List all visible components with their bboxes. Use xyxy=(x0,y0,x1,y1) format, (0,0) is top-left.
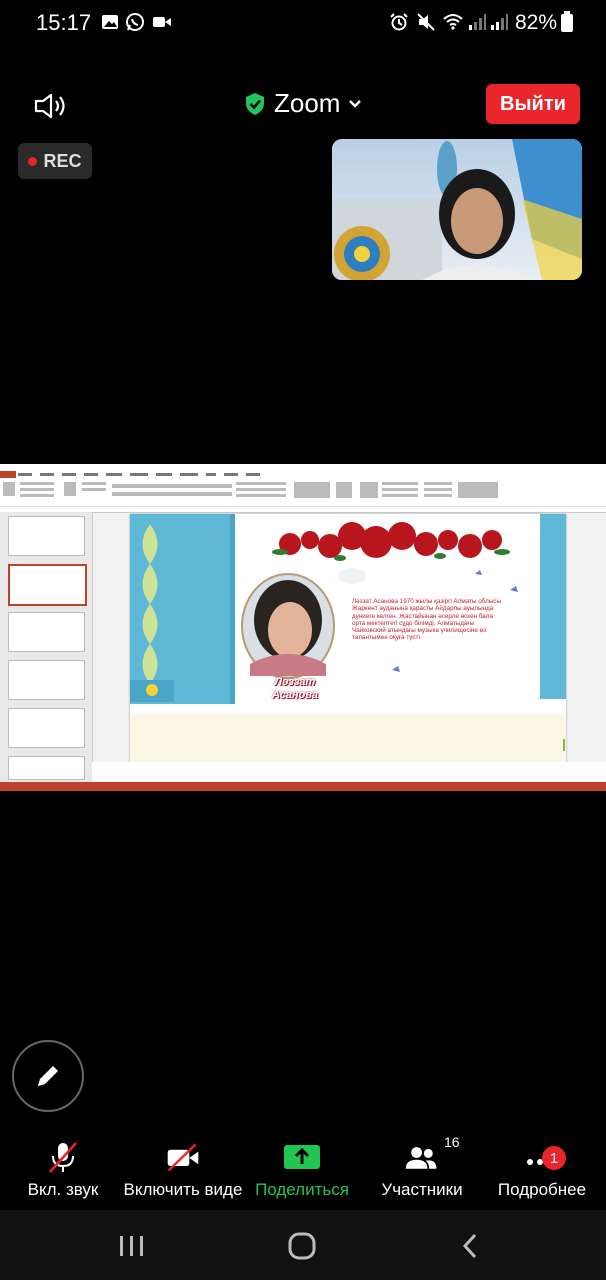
slide-thumbnail[interactable] xyxy=(8,708,85,748)
share-label: Поделиться xyxy=(255,1180,349,1199)
microphone-muted-icon xyxy=(49,1142,77,1173)
current-slide[interactable]: Ләззат Асанова 1970 жылы қазіргі Алматы … xyxy=(130,514,566,762)
notes-pane[interactable] xyxy=(92,762,606,782)
mute-label: Вкл. звук xyxy=(27,1180,99,1199)
participants-count: 16 xyxy=(444,1134,460,1150)
slide-thumbnail-panel[interactable] xyxy=(0,512,93,782)
ppt-ribbon xyxy=(0,478,606,513)
chevron-down-icon xyxy=(349,99,362,108)
more-notification-badge: 1 xyxy=(542,1146,566,1170)
whatsapp-icon xyxy=(126,13,144,31)
leave-button[interactable]: Выйти xyxy=(486,84,580,124)
signal-icon-1 xyxy=(469,14,486,30)
recording-badge[interactable]: REC xyxy=(18,143,92,179)
video-toggle-button[interactable]: Включить виде xyxy=(120,1140,246,1210)
video-label: Включить виде xyxy=(123,1180,243,1199)
app-title: Zoom xyxy=(274,88,341,118)
more-label: Подробнее xyxy=(497,1180,587,1199)
slide-thumbnail[interactable] xyxy=(8,660,85,700)
ribbon-tab-row xyxy=(18,473,260,476)
wifi-icon xyxy=(443,14,463,30)
slide-poet-name: Ләззат Асанова xyxy=(250,676,340,702)
slide-thumbnail[interactable] xyxy=(8,756,85,780)
poet-name-line1: Ләззат xyxy=(274,676,316,688)
video-call-icon xyxy=(153,17,171,27)
poet-name-line2: Асанова xyxy=(272,689,318,701)
mute-toggle-button[interactable]: Вкл. звук xyxy=(20,1140,106,1210)
share-upload-icon xyxy=(284,1145,320,1169)
participants-button[interactable]: 16 Участники xyxy=(376,1134,468,1210)
signal-icon-2 xyxy=(491,14,508,30)
shared-screen[interactable]: Ләззат Асанова 1970 жылы қазіргі Алматы … xyxy=(0,464,606,791)
participant-video xyxy=(332,139,582,280)
share-screen-button[interactable]: Поделиться xyxy=(250,1140,354,1210)
ppt-ribbon-tabs xyxy=(0,471,606,478)
ppt-status-bar xyxy=(0,782,606,791)
self-video-thumbnail[interactable] xyxy=(332,139,582,280)
annotate-button[interactable] xyxy=(12,1040,84,1112)
pencil-icon xyxy=(38,1066,58,1086)
ribbon-controls xyxy=(0,482,606,507)
slide-thumbnail[interactable] xyxy=(8,612,85,652)
battery-percent: 82% xyxy=(515,11,558,34)
alarm-icon xyxy=(390,13,408,31)
slide-thumbnail-active[interactable] xyxy=(8,564,87,606)
participants-label: Участники xyxy=(381,1180,463,1199)
status-time: 15:17 xyxy=(36,10,92,35)
slide-thumbnail[interactable] xyxy=(8,516,85,556)
recording-label: REC xyxy=(43,150,82,171)
more-button[interactable]: 1 Подробнее xyxy=(494,1140,590,1210)
mute-icon xyxy=(417,13,435,31)
recording-dot-icon xyxy=(28,156,38,166)
battery-icon xyxy=(561,11,573,32)
home-icon[interactable] xyxy=(286,1230,318,1262)
shield-check-icon xyxy=(246,92,264,115)
camera-off-icon xyxy=(167,1143,199,1172)
participants-icon xyxy=(405,1147,437,1169)
gallery-icon xyxy=(102,15,118,29)
back-icon[interactable] xyxy=(458,1232,482,1260)
recent-apps-icon[interactable] xyxy=(118,1234,146,1258)
slide-biography-text: Ләззат Асанова 1970 жылы қазіргі Алматы … xyxy=(352,598,501,642)
system-navigation-bar xyxy=(0,1210,606,1280)
meeting-title[interactable]: Zoom xyxy=(244,88,362,119)
speaker-icon[interactable] xyxy=(34,92,70,120)
